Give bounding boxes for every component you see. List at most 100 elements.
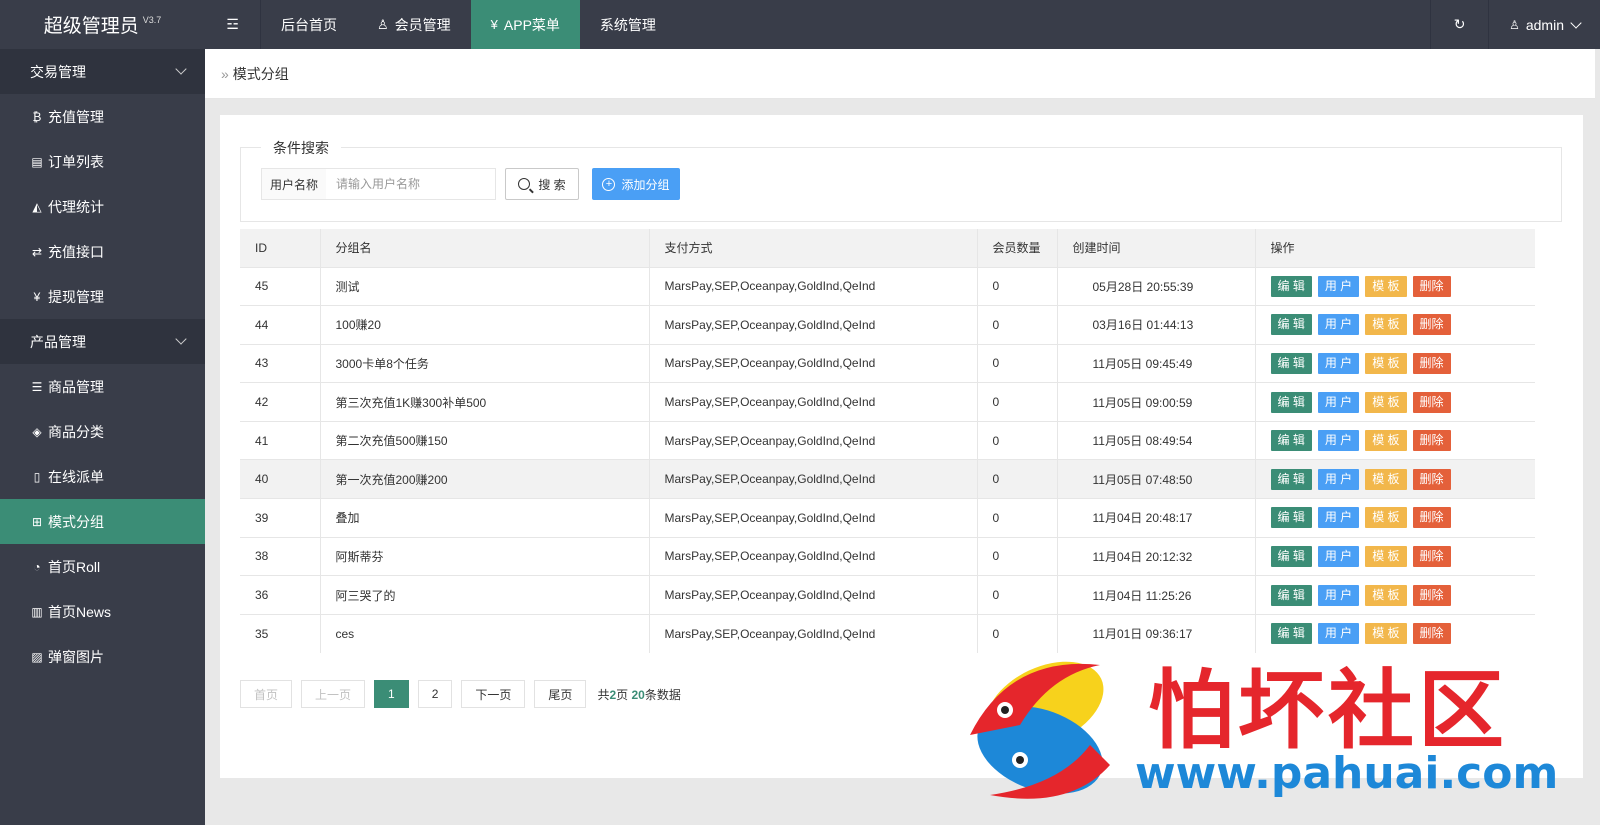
sidebar-item-dispatch[interactable]: ▯ 在线派单	[0, 454, 205, 499]
column-header: 分组名	[320, 229, 650, 267]
template-button[interactable]: 模 板	[1365, 352, 1407, 374]
pager-info-prefix: 共	[597, 687, 610, 702]
template-button[interactable]: 模 板	[1365, 430, 1407, 452]
topnav-item-members[interactable]: ♙ 会员管理	[357, 0, 471, 49]
user-button[interactable]: 用 户	[1317, 507, 1360, 529]
last-page-button[interactable]: 尾页	[534, 680, 587, 708]
cell-id: 39	[240, 498, 321, 538]
cell-created-time: 11月05日 09:45:49	[1057, 343, 1256, 383]
edit-button[interactable]: 编 辑	[1270, 584, 1312, 606]
edit-button[interactable]: 编 辑	[1270, 507, 1312, 529]
cell-group-name: 第三次充值1K赚300补单500	[320, 382, 650, 422]
cell-actions: 编 辑用 户模 板删除	[1255, 343, 1535, 383]
breadcrumb-separator-icon: »	[221, 65, 229, 82]
sidebar-item-orders[interactable]: ▤ 订单列表	[0, 139, 205, 184]
menu-toggle-button[interactable]: ☲	[205, 0, 261, 49]
delete-button[interactable]: 删除	[1412, 391, 1451, 413]
sidebar-group-label: 交易管理	[30, 63, 86, 80]
user-button[interactable]: 用 户	[1317, 391, 1360, 413]
cell-id: 38	[240, 536, 321, 576]
sidebar-item-home-roll[interactable]: ◔ 首页Roll	[0, 544, 205, 589]
total-records: 20	[631, 687, 645, 702]
username-search-input[interactable]	[326, 168, 496, 200]
user-button[interactable]: 用 户	[1317, 468, 1360, 490]
sidebar-item-goods[interactable]: ☰ 商品管理	[0, 364, 205, 409]
edit-button[interactable]: 编 辑	[1270, 545, 1312, 567]
refresh-button[interactable]: ↻	[1430, 0, 1488, 49]
topnav-item-app-menu[interactable]: ¥ APP菜单	[470, 0, 580, 49]
cell-actions: 编 辑用 户模 板删除	[1255, 382, 1535, 422]
page-button-current[interactable]: 1	[374, 680, 409, 708]
user-menu[interactable]: ♙ admin	[1488, 0, 1600, 49]
pager-info-suffix: 条数据	[644, 687, 681, 702]
column-header: 会员数量	[977, 229, 1058, 267]
delete-button[interactable]: 删除	[1412, 584, 1451, 606]
topnav-item-label: 会员管理	[394, 16, 451, 33]
delete-button[interactable]: 删除	[1412, 507, 1451, 529]
delete-button[interactable]: 删除	[1412, 430, 1451, 452]
pagination: 首页 上一页 1 2 下一页 尾页 共2页 20条数据	[240, 680, 681, 708]
brand: 超级管理员 V3.7	[0, 0, 205, 49]
next-page-button[interactable]: 下一页	[461, 680, 526, 708]
sidebar-group-product[interactable]: 产品管理	[0, 319, 205, 364]
user-button[interactable]: 用 户	[1317, 430, 1360, 452]
edit-button[interactable]: 编 辑	[1270, 352, 1312, 374]
add-group-button[interactable]: + 添加分组	[592, 168, 680, 200]
cell-member-count: 0	[977, 536, 1058, 576]
edit-button[interactable]: 编 辑	[1270, 430, 1312, 452]
template-button[interactable]: 模 板	[1365, 275, 1407, 297]
topnav-item-system[interactable]: 系统管理	[580, 0, 676, 49]
sidebar-item-withdraw[interactable]: ¥ 提现管理	[0, 274, 205, 319]
cell-member-count: 0	[977, 382, 1058, 422]
sidebar-item-recharge[interactable]: ₿ 充值管理	[0, 94, 205, 139]
list-icon: ▤	[31, 154, 43, 169]
delete-button[interactable]: 删除	[1412, 468, 1451, 490]
prev-page-button[interactable]: 上一页	[301, 680, 366, 708]
edit-button[interactable]: 编 辑	[1270, 314, 1312, 336]
edit-button[interactable]: 编 辑	[1270, 391, 1312, 413]
brand-version: V3.7	[142, 14, 162, 25]
template-button[interactable]: 模 板	[1365, 391, 1407, 413]
sidebar-item-agent-stats[interactable]: ◭ 代理统计	[0, 184, 205, 229]
edit-button[interactable]: 编 辑	[1270, 275, 1312, 297]
user-button[interactable]: 用 户	[1317, 545, 1360, 567]
template-button[interactable]: 模 板	[1365, 507, 1407, 529]
user-button[interactable]: 用 户	[1317, 352, 1360, 374]
sidebar-item-home-news[interactable]: ▥ 首页News	[0, 589, 205, 634]
template-button[interactable]: 模 板	[1365, 468, 1407, 490]
topnav-item-label: 后台首页	[281, 16, 337, 33]
delete-button[interactable]: 删除	[1412, 275, 1451, 297]
search-button[interactable]: 搜 索	[505, 168, 579, 200]
delete-button[interactable]: 删除	[1412, 545, 1451, 567]
username-label: 用户名称	[261, 168, 327, 200]
user-button[interactable]: 用 户	[1317, 275, 1360, 297]
user-button[interactable]: 用 户	[1317, 314, 1360, 336]
user-button[interactable]: 用 户	[1317, 584, 1360, 606]
sidebar-item-categories[interactable]: ◈ 商品分类	[0, 409, 205, 454]
table-header-row: ID 分组名 支付方式 会员数量 创建时间 操作	[240, 229, 1535, 267]
cell-id: 35	[240, 613, 321, 653]
page-button[interactable]: 2	[417, 680, 453, 708]
template-button[interactable]: 模 板	[1365, 584, 1407, 606]
delete-button[interactable]: 删除	[1412, 314, 1451, 336]
sidebar-item-mode-group[interactable]: ⊞ 模式分组	[0, 499, 205, 544]
delete-button[interactable]: 删除	[1412, 352, 1451, 374]
edit-button[interactable]: 编 辑	[1270, 468, 1312, 490]
watermark-title: 怕坏社区	[1148, 661, 1508, 761]
topnav-item-home[interactable]: 后台首页	[261, 0, 357, 49]
table-row: 40 第一次充值200赚200 MarsPay,SEP,Oceanpay,GoldI…	[240, 459, 1535, 499]
first-page-button[interactable]: 首页	[240, 680, 293, 708]
sidebar-group-trade[interactable]: 交易管理	[0, 49, 205, 94]
cell-group-name: 叠加	[320, 498, 650, 538]
template-button[interactable]: 模 板	[1365, 314, 1407, 336]
user-icon: ♙	[377, 16, 389, 32]
search-icon	[518, 178, 531, 190]
cell-group-name: 第二次充值500赚150	[320, 420, 650, 460]
cell-payment-methods: MarsPay,SEP,Oceanpay,GoldInd,QeInd	[649, 575, 978, 615]
chevron-down-icon	[175, 63, 187, 75]
table-row: 38 阿斯蒂芬 MarsPay,SEP,Oceanpay,GoldInd,QeInd…	[240, 536, 1535, 576]
sidebar-item-recharge-api[interactable]: ⇄ 充值接口	[0, 229, 205, 274]
template-button[interactable]: 模 板	[1365, 545, 1407, 567]
yen-icon: ¥	[490, 17, 498, 32]
sidebar-item-popup-image[interactable]: ▨ 弹窗图片	[0, 634, 205, 679]
